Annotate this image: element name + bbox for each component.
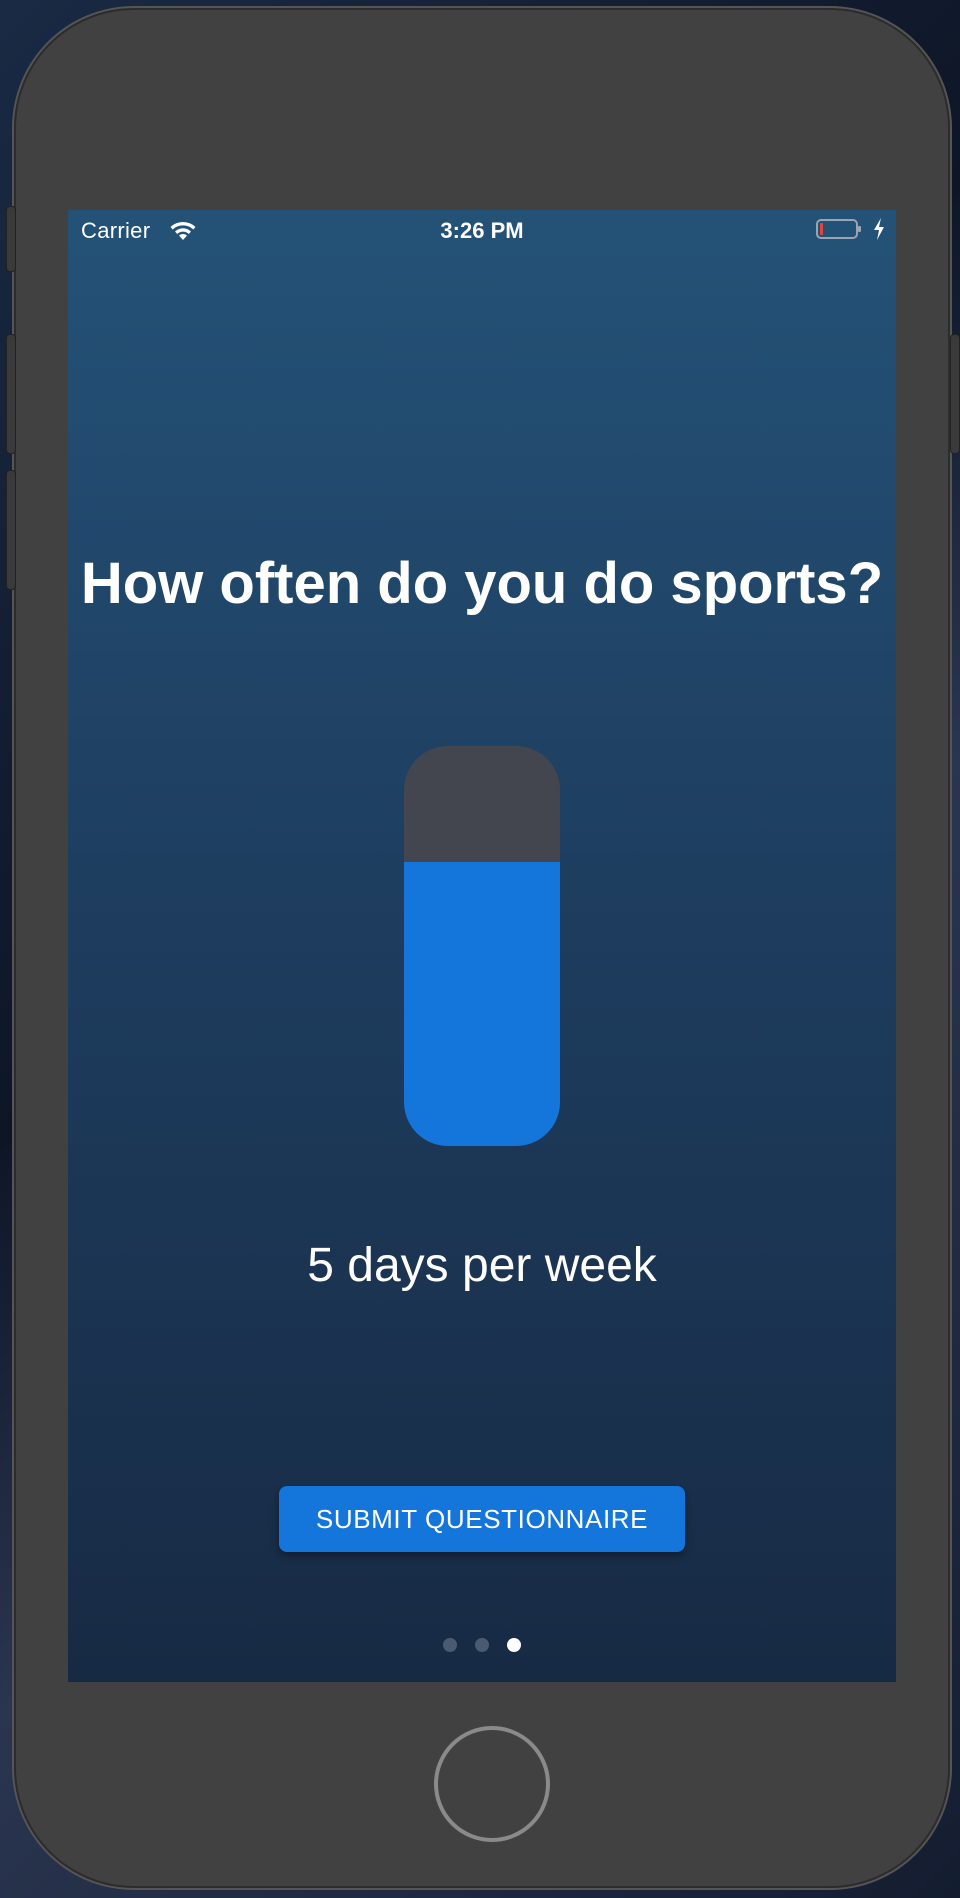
status-time: 3:26 PM (440, 218, 524, 243)
days-slider-fill[interactable] (404, 862, 560, 1146)
volume-up-button (6, 334, 16, 454)
charging-bolt-icon (874, 218, 884, 240)
silent-switch (6, 206, 16, 272)
home-button[interactable] (434, 1726, 550, 1842)
app-screen: Carrier 3:26 PM How often do you do spor… (68, 210, 896, 1682)
page-dot[interactable] (475, 1638, 489, 1652)
page-dot[interactable] (443, 1638, 457, 1652)
days-slider[interactable] (404, 746, 560, 1146)
volume-down-button (6, 470, 16, 590)
submit-questionnaire-button[interactable]: SUBMIT QUESTIONNAIRE (279, 1486, 685, 1552)
page-indicator[interactable] (68, 1638, 896, 1652)
selected-value-label: 5 days per week (307, 1239, 657, 1292)
question-title: How often do you do sports? (80, 551, 884, 616)
power-button (950, 334, 960, 454)
page-dot-active[interactable] (507, 1638, 521, 1652)
status-bar: Carrier 3:26 PM (68, 210, 896, 250)
battery-low-icon (816, 219, 861, 239)
